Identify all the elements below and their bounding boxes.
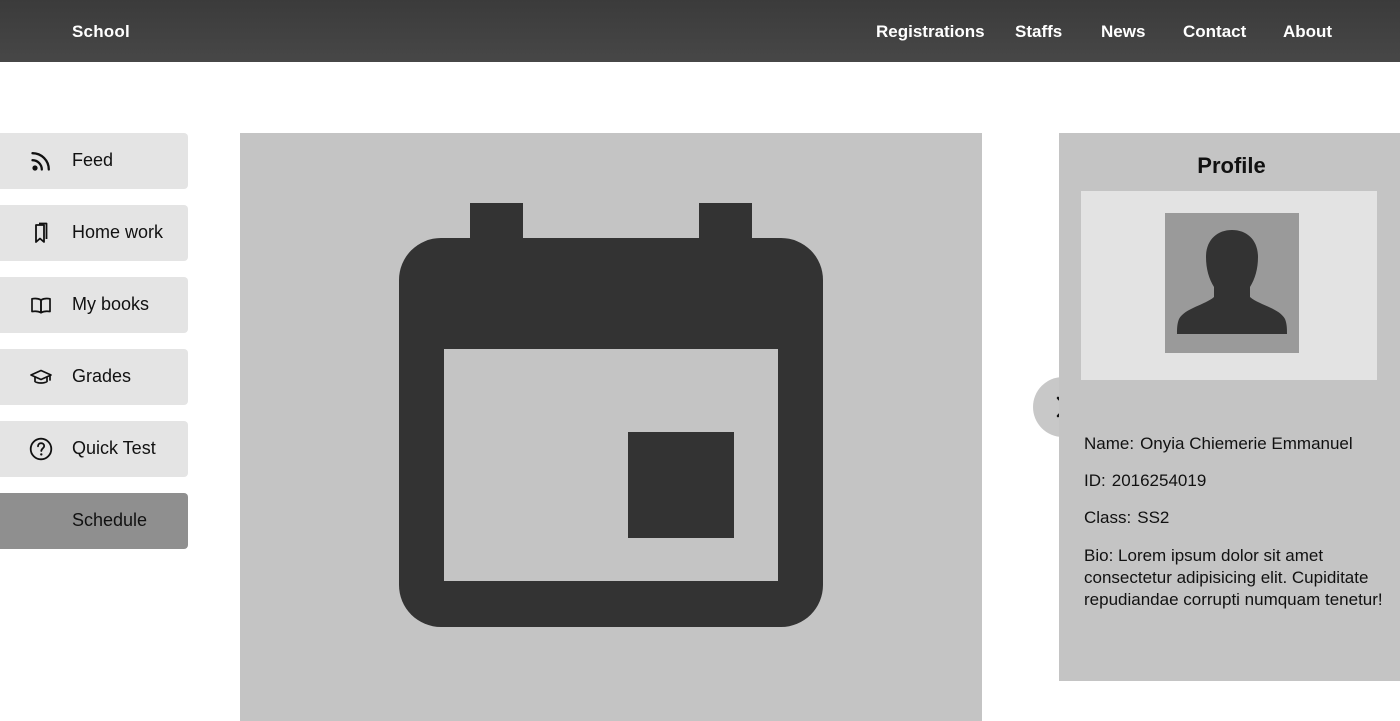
sidebar-item-homework[interactable]: Home work <box>0 205 188 261</box>
nav-link-staffs[interactable]: Staffs <box>1015 22 1062 42</box>
id-value: 2016254019 <box>1111 471 1207 490</box>
sidebar-item-feed[interactable]: Feed <box>0 133 188 189</box>
schedule-panel <box>240 133 982 721</box>
nav-link-about[interactable]: About <box>1283 22 1332 42</box>
profile-title: Profile <box>1197 153 1266 178</box>
bookmark-icon <box>29 221 53 245</box>
sidebar-item-my-books[interactable]: My books <box>0 277 188 333</box>
profile-photo-frame <box>1081 191 1377 380</box>
rss-icon <box>29 149 53 173</box>
profile-bio: Bio: Lorem ipsum dolor sit amet consecte… <box>1084 545 1384 611</box>
profile-class: Class: SS2 <box>1084 508 1169 528</box>
avatar <box>1165 213 1299 353</box>
calendar-event-icon <box>399 203 823 627</box>
sidebar-item-label: Home work <box>72 222 164 242</box>
sidebar-item-schedule[interactable]: Schedule <box>0 493 188 549</box>
sidebar-item-quick-test[interactable]: Quick Test <box>0 421 188 477</box>
class-value: SS2 <box>1137 508 1170 527</box>
sidebar-item-label: Feed <box>72 150 114 170</box>
sidebar-item-label: Schedule <box>72 510 148 530</box>
name-value: Onyia Chiemerie Emmanuel <box>1140 434 1353 453</box>
sidebar-item-label: My books <box>72 294 150 314</box>
nav-link-registrations[interactable]: Registrations <box>876 22 985 42</box>
open-book-icon <box>29 293 53 317</box>
bio-value: Lorem ipsum dolor sit amet consectetur a… <box>1084 546 1383 609</box>
name-label: Name: <box>1084 434 1135 453</box>
sidebar-item-grades[interactable]: Grades <box>0 349 188 405</box>
bio-label: Bio: <box>1084 546 1114 565</box>
sidebar-item-label: Quick Test <box>72 438 156 458</box>
nav-link-contact[interactable]: Contact <box>1183 22 1246 42</box>
nav-link-news[interactable]: News <box>1101 22 1145 42</box>
top-navbar: School Registrations Staffs News Contact… <box>0 0 1400 62</box>
sidebar-item-label: Grades <box>72 366 132 386</box>
profile-panel: Profile Name: Onyia Chiemerie Emmanuel ID… <box>1059 133 1400 681</box>
graduation-cap-icon <box>29 365 53 389</box>
profile-id: ID: 2016254019 <box>1084 471 1206 491</box>
profile-name: Name: Onyia Chiemerie Emmanuel <box>1084 434 1353 454</box>
nav-links: Registrations Staffs News Contact About <box>0 22 1400 46</box>
class-label: Class: <box>1084 508 1132 527</box>
id-label: ID: <box>1084 471 1106 490</box>
question-circle-icon <box>29 437 53 461</box>
person-silhouette-icon <box>1177 230 1287 334</box>
